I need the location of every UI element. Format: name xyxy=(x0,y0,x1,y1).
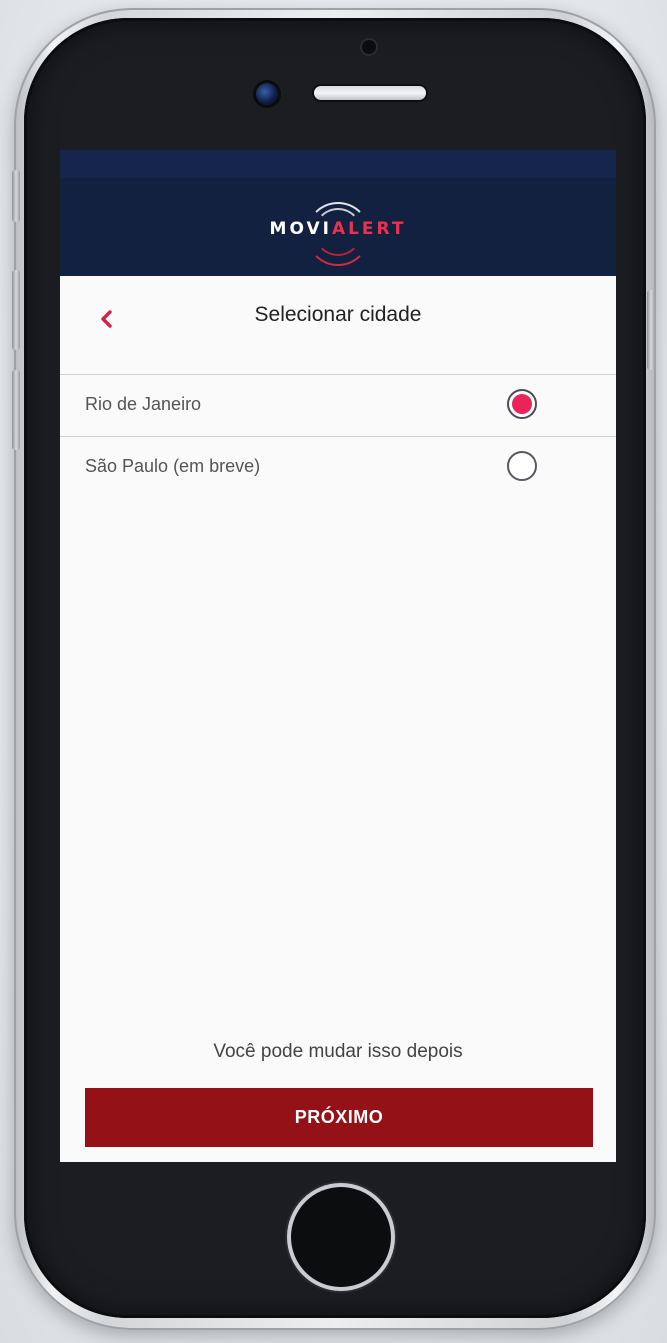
mute-switch xyxy=(12,170,20,222)
status-bar xyxy=(60,150,616,178)
volume-down-button xyxy=(12,370,20,450)
page-title: Selecionar cidade xyxy=(254,303,422,326)
device-mockup: MOVIALERT Selecionar cidade Rio de Janei… xyxy=(0,0,667,1343)
city-option-sao-paulo[interactable]: São Paulo (em breve) xyxy=(60,437,616,498)
radio-selected[interactable] xyxy=(507,389,537,419)
volume-up-button xyxy=(12,270,20,350)
earpiece-speaker xyxy=(314,86,426,100)
home-button[interactable] xyxy=(291,1187,391,1287)
radio-unselected[interactable] xyxy=(507,451,537,481)
title-bar: Selecionar cidade xyxy=(60,276,616,375)
change-later-hint: Você pode mudar isso depois xyxy=(213,1041,463,1062)
back-button[interactable] xyxy=(90,302,124,336)
logo-text-movi: MOVI xyxy=(269,219,332,239)
city-label: Rio de Janeiro xyxy=(85,394,202,414)
logo-wordmark: MOVIALERT xyxy=(60,219,616,239)
logo-text-alert: ALERT xyxy=(331,219,407,239)
city-label: São Paulo (em breve) xyxy=(85,456,261,476)
city-option-rio[interactable]: Rio de Janeiro xyxy=(60,375,616,437)
chevron-left-icon xyxy=(101,310,112,328)
front-camera xyxy=(256,83,278,105)
app-screen: MOVIALERT Selecionar cidade Rio de Janei… xyxy=(60,150,616,1162)
app-header: MOVIALERT xyxy=(60,178,616,276)
next-button[interactable]: PRÓXIMO xyxy=(85,1088,593,1147)
power-button xyxy=(647,290,655,370)
proximity-sensor xyxy=(362,40,376,54)
city-list: Rio de Janeiro São Paulo (em breve) xyxy=(60,375,616,498)
movialert-logo: MOVIALERT xyxy=(60,178,616,276)
